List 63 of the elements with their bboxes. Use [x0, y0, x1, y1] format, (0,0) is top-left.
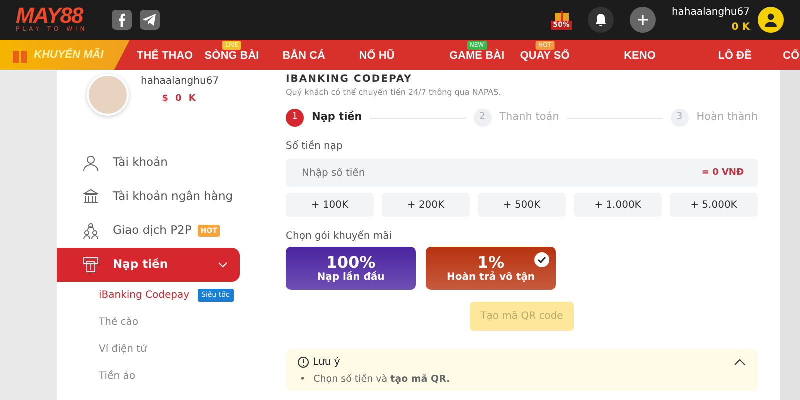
note-title: Lưu ý [313, 356, 340, 370]
page-subtitle: Quý khách có thể chuyển tiền 24/7 thông qua NAPAS. [286, 87, 502, 99]
nav-link[interactable]: SÒNG BÀI [204, 50, 260, 62]
step-number: 1 [286, 109, 304, 127]
bullet-mark: • [300, 373, 306, 387]
nav-link[interactable]: NỔ HŨ [359, 50, 395, 62]
username: hahaalanghu67 [672, 6, 750, 20]
quick-amount-button[interactable]: + 200K [382, 193, 470, 217]
notification-bell-icon[interactable] [588, 7, 614, 33]
avatar-photo-placeholder [87, 74, 129, 116]
sidebar-item[interactable]: Tài khoản [57, 146, 240, 180]
add-icon[interactable] [630, 7, 656, 33]
person-icon [83, 155, 99, 171]
promo-card[interactable]: 100% Nạp lần đầu [286, 247, 416, 290]
info-icon [298, 357, 309, 368]
sidebar-item-label: Tài khoản [113, 154, 168, 172]
promo-card[interactable]: 1% Hoàn trả vô tận [426, 247, 556, 290]
nav-link[interactable]: GAME BÀI [450, 50, 504, 62]
step-number: 2 [474, 109, 492, 127]
submenu-item-label: Ví điện tử [99, 342, 147, 357]
user-avatar-icon[interactable] [758, 7, 784, 33]
sidebar-item-label: Giao dịch P2P [113, 222, 192, 240]
sidebar-item[interactable]: Tài khoản ngân hàng [57, 180, 240, 214]
nav-link[interactable]: KENO [624, 50, 656, 62]
checkmark-icon [534, 252, 550, 268]
chevron-down-icon[interactable] [218, 262, 228, 268]
people-icon [83, 223, 99, 239]
facebook-icon[interactable] [112, 10, 132, 30]
submenu-item[interactable]: Ví điện tử [57, 336, 260, 363]
atm-icon [83, 257, 99, 273]
quick-amount-button[interactable]: + 1.000K [574, 193, 662, 217]
nav-link[interactable]: LÔ ĐỀ [718, 50, 752, 62]
nav-link[interactable]: CỔ [783, 50, 800, 62]
note-text: Chọn số tiền và tạo mã QR. [314, 373, 450, 387]
submenu-item[interactable]: Thẻ cào [57, 309, 260, 336]
step-number: 3 [670, 109, 689, 127]
quick-amount-button[interactable]: + 500K [478, 193, 566, 217]
nav-link[interactable]: QUAY SỐ [520, 50, 570, 62]
step-label: Thanh toán [500, 110, 560, 126]
sidebar-item[interactable]: Nạp tiền [57, 248, 240, 282]
submenu-item-label: iBanking Codepay [99, 289, 190, 303]
balance: 0 K [730, 21, 750, 35]
field-label: Số tiền nạp [286, 140, 344, 154]
logo[interactable]: MAY88 [16, 6, 88, 26]
profile-balance: $ 0 K [161, 93, 199, 106]
quick-amount-button[interactable]: + 100K [286, 193, 374, 217]
chevron-up-icon[interactable] [734, 359, 746, 366]
page-title: IBANKING CODEPAY [286, 73, 414, 87]
step-label: Nạp tiền [312, 110, 362, 126]
quick-amount-button[interactable]: + 5.000K [670, 193, 758, 217]
profile-username: hahaalanghu67 [141, 75, 220, 89]
submenu-item[interactable]: Tiền ảo [57, 363, 260, 390]
sidebar-item-label: Nạp tiền [113, 256, 168, 274]
converted-amount: = 0 VNĐ [702, 167, 744, 180]
step-label: Hoàn thành [696, 110, 758, 126]
sidebar-item-label: Tài khoản ngân hàng [113, 188, 234, 206]
field-label: Chọn gói khuyến mãi [286, 230, 394, 244]
submenu-item-label: Tiền ảo [99, 370, 136, 384]
bank-icon [83, 189, 99, 205]
nav-link[interactable]: BẮN CÁ [282, 50, 326, 62]
submenu-item-label: Thẻ cào [99, 316, 139, 330]
nav-link[interactable]: THỂ THAO [136, 50, 194, 62]
telegram-icon[interactable] [140, 10, 160, 30]
